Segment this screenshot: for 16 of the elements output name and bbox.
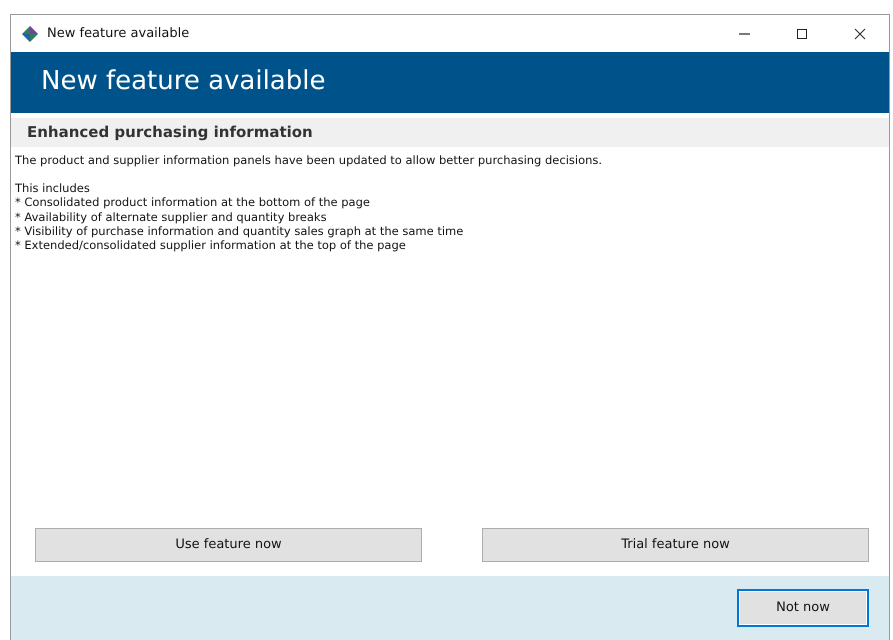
- list-item: * Availability of alternate supplier and quantity breaks: [15, 210, 327, 224]
- list-item: * Extended/consolidated supplier information at the top of the page: [15, 238, 406, 253]
- section-title: Enhanced purchasing information: [11, 118, 889, 146]
- window-title: New feature available: [47, 24, 190, 43]
- list-title: This includes: [15, 180, 90, 196]
- list-item: * Visibility of purchase information and quantity sales graph at the same time: [15, 224, 464, 238]
- action-button[interactable]: Trial feature now: [482, 528, 869, 562]
- intro-text: The product and supplier information panels have been updated to allow better purchasing decisions.: [15, 152, 602, 167]
- list-item: * Consolidated product information at the bottom of the page: [15, 195, 370, 210]
- maximize-icon: [796, 28, 808, 40]
- app-logo-icon: [21, 24, 39, 42]
- action-button[interactable]: Use feature now: [35, 528, 422, 562]
- close-icon: [854, 28, 866, 40]
- header-title: New feature available: [11, 52, 889, 113]
- minimize-icon: [738, 32, 750, 34]
- not-now-button[interactable]: Not now: [737, 589, 869, 627]
